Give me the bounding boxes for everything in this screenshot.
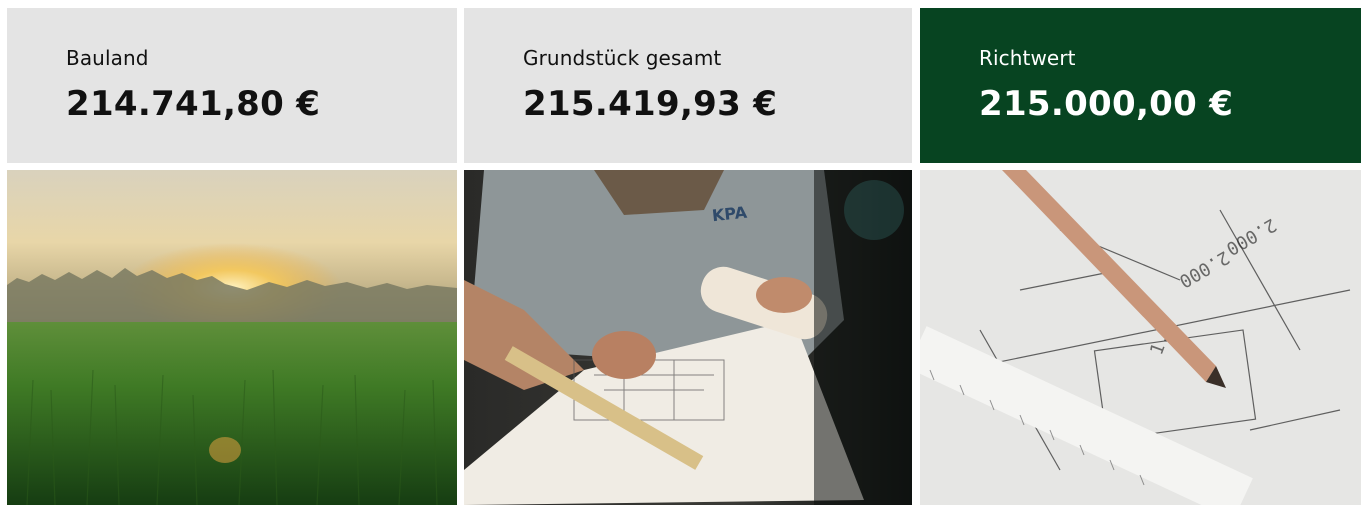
grass-field-image (7, 170, 457, 505)
richtwert-value: 215.000,00 € (979, 84, 1234, 124)
shirt-logo: KPA (711, 203, 748, 226)
grundstueck-gesamt-card: Grundstück gesamt 215.419,93 € (464, 8, 912, 163)
grundstueck-gesamt-value: 215.419,93 € (523, 84, 778, 124)
grundstueck-gesamt-label: Grundstück gesamt (523, 46, 722, 70)
bauland-value: 214.741,80 € (66, 84, 321, 124)
grass-field-sunset-photo (7, 170, 457, 505)
richtwert-card: Richtwert 215.000,00 € (920, 8, 1361, 163)
value-grid: Bauland 214.741,80 € Grundstück gesamt 2… (0, 0, 1361, 505)
richtwert-label: Richtwert (979, 46, 1076, 70)
architect-drawing-plans-photo: KPA (464, 170, 912, 505)
architect-image: KPA (464, 170, 912, 505)
blueprint-pencil-photo: 2.000 2.000 1.5 (920, 170, 1361, 505)
bauland-label: Bauland (66, 46, 149, 70)
blueprint-image: 2.000 2.000 1.5 (920, 170, 1361, 505)
bauland-card: Bauland 214.741,80 € (7, 8, 457, 163)
